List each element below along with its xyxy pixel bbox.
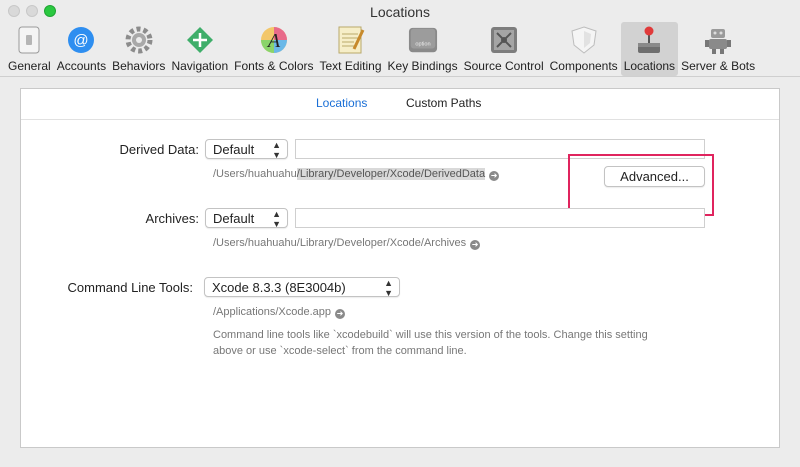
archives-custom-field[interactable] bbox=[295, 208, 705, 228]
toolbar-item-components[interactable]: Components bbox=[547, 22, 621, 76]
note-line-2: above or use `xcode-select` from the com… bbox=[213, 345, 467, 357]
tab-locations[interactable]: Locations bbox=[316, 96, 367, 110]
command-line-tools-path-text: /Applications/Xcode.app bbox=[213, 306, 332, 318]
preferences-toolbar: General @ Accounts Behaviors Navigation … bbox=[0, 22, 800, 77]
command-line-tools-popup-value: Xcode 8.3.3 (8E3004b) bbox=[212, 280, 346, 295]
window-controls bbox=[8, 5, 56, 17]
svg-text:option: option bbox=[415, 42, 430, 48]
archives-popup-value: Default bbox=[213, 211, 255, 226]
toolbar-item-behaviors[interactable]: Behaviors bbox=[109, 22, 168, 76]
command-line-tools-popup[interactable]: Xcode 8.3.3 (8E3004b) ▲ ▼ bbox=[204, 277, 400, 298]
window-title: Locations bbox=[370, 4, 430, 20]
toolbar-item-key-bindings[interactable]: option Key Bindings bbox=[385, 22, 461, 76]
robot-icon bbox=[703, 25, 733, 55]
gear-icon bbox=[124, 25, 154, 55]
derived-data-path-prefix: /Users/huahuahu bbox=[213, 168, 297, 180]
command-line-tools-path: /Applications/Xcode.app ➜ bbox=[213, 306, 346, 319]
toolbar-item-text-editing[interactable]: Text Editing bbox=[317, 22, 385, 76]
command-line-tools-note: Command line tools like `xcodebuild` wil… bbox=[213, 327, 753, 359]
derived-data-popup[interactable]: Default ▲ ▼ bbox=[205, 139, 288, 160]
note-line-1: Command line tools like `xcodebuild` wil… bbox=[213, 329, 648, 341]
joystick-icon bbox=[634, 25, 664, 55]
close-button[interactable] bbox=[8, 5, 20, 17]
toolbar-item-server-bots[interactable]: Server & Bots bbox=[678, 22, 758, 76]
updown-chevron-icon: ▲ ▼ bbox=[272, 209, 281, 229]
reveal-in-finder-icon[interactable]: ➜ bbox=[470, 240, 481, 250]
svg-text:A: A bbox=[266, 30, 281, 52]
toolbar-item-navigation[interactable]: Navigation bbox=[168, 22, 231, 76]
segmented-tabs: Locations Custom Paths bbox=[21, 89, 779, 120]
command-line-tools-label: Command Line Tools: bbox=[67, 280, 194, 295]
annotation-highlight-box bbox=[568, 154, 714, 216]
derived-data-popup-value: Default bbox=[213, 142, 255, 157]
derived-data-path: /Users/huahuahu/Library/Developer/Xcode/… bbox=[213, 168, 500, 181]
archives-label: Archives: bbox=[145, 211, 199, 226]
archives-path-text: /Users/huahuahu/Library/Developer/Xcode/… bbox=[213, 237, 467, 249]
derived-data-label: Derived Data: bbox=[119, 142, 199, 157]
toolbar-item-fonts-colors[interactable]: A Fonts & Colors bbox=[231, 22, 316, 76]
locations-panel: Locations Custom Paths Derived Data: Def… bbox=[20, 88, 780, 448]
title-bar: Locations bbox=[0, 0, 800, 24]
minimize-button[interactable] bbox=[26, 5, 38, 17]
derived-data-path-selected: /Library/Developer/Xcode/DerivedData bbox=[296, 168, 486, 180]
archives-popup[interactable]: Default ▲ ▼ bbox=[205, 208, 288, 229]
tab-custom-paths[interactable]: Custom Paths bbox=[406, 96, 481, 110]
navigation-arrows-icon bbox=[185, 25, 215, 55]
archives-path: /Users/huahuahu/Library/Developer/Xcode/… bbox=[213, 237, 481, 250]
fonts-colors-icon: A bbox=[259, 25, 289, 55]
source-control-icon bbox=[489, 25, 519, 55]
zoom-button[interactable] bbox=[44, 5, 56, 17]
toolbar-item-locations[interactable]: Locations bbox=[620, 22, 679, 76]
updown-chevron-icon: ▲ ▼ bbox=[272, 140, 281, 160]
toolbar-item-general[interactable]: General bbox=[5, 22, 54, 76]
reveal-in-finder-icon[interactable]: ➜ bbox=[489, 171, 500, 181]
updown-chevron-icon: ▲ ▼ bbox=[384, 278, 393, 298]
reveal-in-finder-icon[interactable]: ➜ bbox=[335, 309, 346, 319]
at-sign-icon: @ bbox=[66, 25, 96, 55]
svg-text:@: @ bbox=[74, 32, 89, 49]
text-editing-icon bbox=[336, 25, 366, 55]
shield-icon bbox=[569, 25, 599, 55]
toolbar-item-source-control[interactable]: Source Control bbox=[461, 22, 547, 76]
keyboard-key-icon: option bbox=[408, 25, 438, 55]
toolbar-item-accounts[interactable]: @ Accounts bbox=[54, 22, 109, 76]
general-icon bbox=[14, 25, 44, 55]
preferences-window: Locations General @ Accounts Behaviors N… bbox=[0, 0, 800, 467]
